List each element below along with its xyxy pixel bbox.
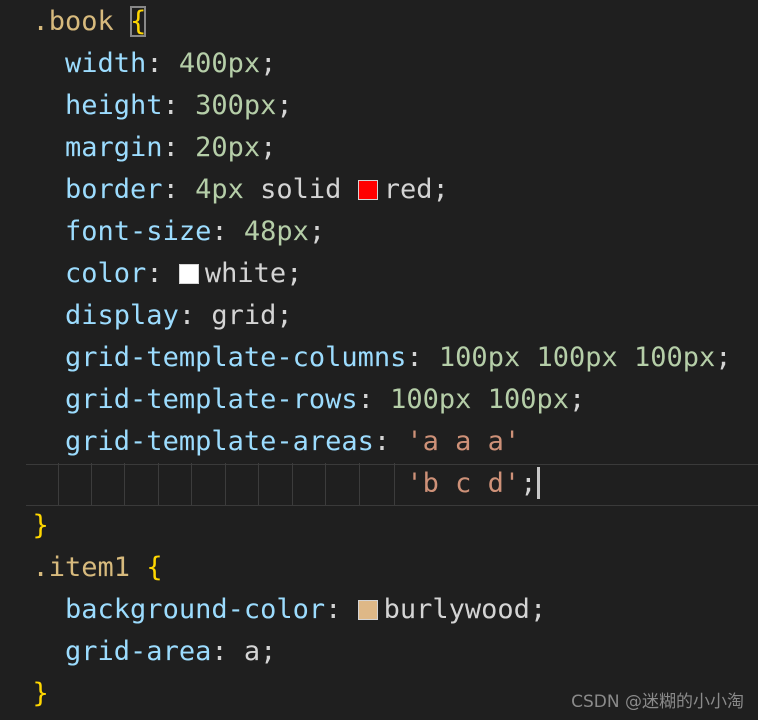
code-editor[interactable]: .book { width: 400px; height: 300px; mar… xyxy=(0,0,758,720)
property-background-color: background-color xyxy=(65,594,326,625)
code-line-4: margin: 20px; xyxy=(65,132,277,163)
close-brace-item1: } xyxy=(32,678,49,709)
property-grid-template-areas: grid-template-areas xyxy=(65,426,374,457)
property-display: display xyxy=(65,300,179,331)
code-line-10: grid-template-rows: 100px 100px; xyxy=(65,384,586,415)
code-line-9: grid-template-columns: 100px 100px 100px… xyxy=(65,342,732,373)
value-width: 400px xyxy=(178,48,261,79)
property-margin: margin xyxy=(65,132,163,163)
burlywood-color-swatch-icon[interactable] xyxy=(357,600,378,620)
value-grid-template-columns: 100px 100px 100px xyxy=(438,342,716,373)
value-font-size: 48px xyxy=(243,216,309,247)
value-border-width: 4px xyxy=(195,174,244,205)
watermark: CSDN @迷糊的小小淘 xyxy=(571,692,744,712)
property-grid-template-rows: grid-template-rows xyxy=(65,384,358,415)
value-grid-area: a xyxy=(243,636,261,667)
selector-book: .book xyxy=(32,6,114,37)
value-display: grid xyxy=(211,300,277,331)
code-line-3: height: 300px; xyxy=(65,90,293,121)
property-height: height xyxy=(65,90,163,121)
code-line-8: display: grid; xyxy=(65,300,293,331)
red-color-swatch-icon[interactable] xyxy=(357,180,378,200)
close-brace: } xyxy=(32,510,49,541)
value-height: 300px xyxy=(195,90,277,121)
property-border: border xyxy=(65,174,163,205)
open-brace: { xyxy=(130,6,147,37)
value-grid-template-areas-row-2: 'b c d' xyxy=(406,468,521,499)
code-line-15: background-color: burlywood; xyxy=(65,594,547,625)
code-line-14: .item1 { xyxy=(0,547,758,589)
property-grid-area: grid-area xyxy=(65,636,212,667)
open-brace-item1: { xyxy=(146,552,163,583)
text-cursor xyxy=(537,467,541,499)
code-line-6: font-size: 48px; xyxy=(65,216,326,247)
value-border-style: solid xyxy=(260,174,342,205)
value-border-color: red xyxy=(383,174,433,205)
code-line-11: grid-template-areas: 'a a a' xyxy=(65,426,521,457)
code-line-16: grid-area: a; xyxy=(65,636,277,667)
value-background-color: burlywood xyxy=(383,594,530,625)
code-line-2: width: 400px; xyxy=(65,48,277,79)
selector-item1: .item1 xyxy=(32,552,131,583)
value-grid-template-areas-row-1: 'a a a' xyxy=(406,426,521,457)
code-line-12: 'b c d'; xyxy=(0,463,758,505)
code-line-1: .book { xyxy=(0,1,758,43)
property-color: color xyxy=(65,258,147,289)
value-margin: 20px xyxy=(195,132,261,163)
code-line-5: border: 4px solid red; xyxy=(65,174,449,205)
code-line-7: color: white; xyxy=(65,258,303,289)
value-color: white xyxy=(204,258,287,289)
property-width: width xyxy=(65,48,147,79)
value-grid-template-rows: 100px 100px xyxy=(390,384,569,415)
white-color-swatch-icon[interactable] xyxy=(178,264,199,284)
property-font-size: font-size xyxy=(65,216,212,247)
code-line-13: } xyxy=(0,505,758,547)
property-grid-template-columns: grid-template-columns xyxy=(65,342,407,373)
